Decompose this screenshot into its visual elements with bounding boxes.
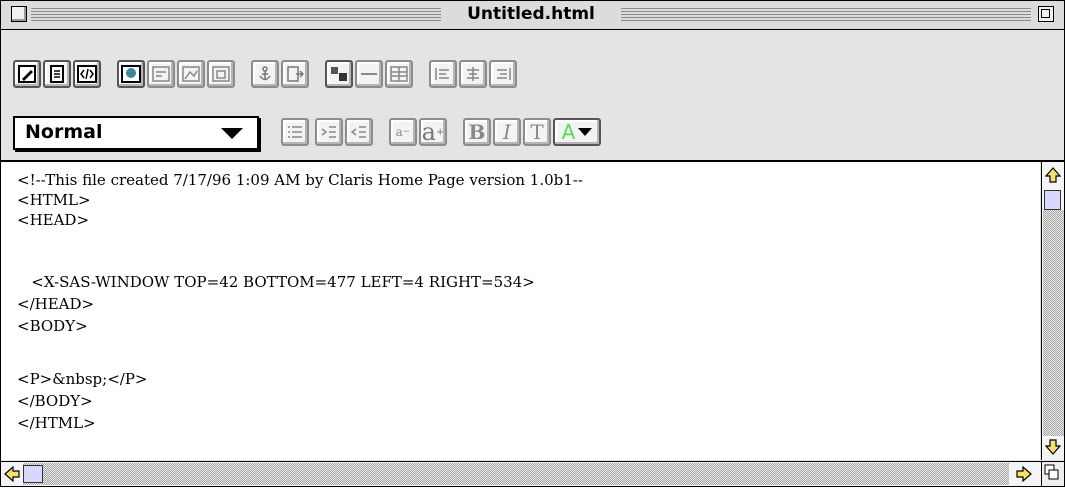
scroll-right-arrow-icon[interactable] [1013,464,1035,484]
toolbar-area: Normal a − a + B I T A [1,30,1064,162]
code-line: <HTML> [17,191,91,209]
scroll-left-arrow-icon[interactable] [3,464,21,484]
document-icon[interactable] [43,60,71,88]
horizontal-scrollbar[interactable] [1,461,1041,486]
code-line: <!--This file created 7/17/96 1:09 AM by… [17,171,583,189]
frame-icon[interactable] [207,60,235,88]
close-box-icon[interactable] [11,6,27,22]
larger-font-button[interactable]: a + [419,118,447,146]
form-field-icon[interactable] [147,60,175,88]
italic-button[interactable]: I [493,118,521,146]
horizontal-scroll-track[interactable] [23,463,1009,485]
title-bar[interactable]: Untitled.html [1,1,1064,30]
align-right-icon[interactable] [489,60,517,88]
html-source-editor[interactable]: <!--This file created 7/17/96 1:09 AM by… [1,162,1040,460]
zoom-box-icon[interactable] [1038,6,1054,22]
larger-font-label: a [421,118,436,146]
bold-button[interactable]: B [463,118,491,146]
code-line: <BODY> [17,317,88,335]
chevron-down-icon [221,128,243,139]
document-link-icon[interactable] [281,60,309,88]
text-color-button[interactable]: A [553,118,601,146]
paragraph-style-value: Normal [25,121,103,143]
align-left-icon[interactable] [429,60,457,88]
code-line: <HEAD> [17,211,90,229]
align-center-icon[interactable] [459,60,487,88]
window-title: Untitled.html [441,3,621,25]
globe-link-icon[interactable] [117,60,145,88]
chevron-down-icon [578,128,593,136]
paragraph-style-select[interactable]: Normal [13,116,259,150]
text-color-label: A [561,120,576,144]
image-icon[interactable] [177,60,205,88]
code-line: </HEAD> [17,295,95,313]
horizontal-scroll-thumb[interactable] [23,465,43,483]
bold-label: B [468,120,486,144]
indent-icon[interactable] [315,118,343,146]
smaller-font-button[interactable]: a − [389,118,417,146]
vertical-scrollbar[interactable] [1041,162,1064,460]
code-line: <P>&nbsp;</P> [17,370,148,388]
code-line: </BODY> [17,392,93,410]
resize-grip-icon[interactable] [1041,461,1064,486]
plus-icon: + [435,126,445,138]
minus-icon: − [402,127,411,137]
editor-window: Untitled.html Normal a − a + B I T A <!-… [0,0,1065,487]
bulleted-list-icon[interactable] [281,118,309,146]
teletype-label: T [530,120,544,144]
vertical-scroll-track[interactable] [1043,210,1064,436]
vertical-scroll-thumb[interactable] [1044,190,1061,210]
code-line: </HTML> [17,414,96,432]
smaller-font-label: a [395,125,403,139]
table-icon[interactable] [385,60,413,88]
html-source-icon[interactable] [73,60,101,88]
horizontal-rule-icon[interactable] [355,60,383,88]
outdent-icon[interactable] [345,118,373,146]
teletype-button[interactable]: T [523,118,551,146]
insert-image-icon[interactable] [325,60,353,88]
scroll-up-arrow-icon[interactable] [1044,164,1062,186]
code-line: <X-SAS-WINDOW TOP=42 BOTTOM=477 LEFT=4 R… [17,273,535,291]
italic-label: I [503,120,511,144]
anchor-icon[interactable] [251,60,279,88]
scroll-down-arrow-icon[interactable] [1044,436,1062,458]
edit-mode-icon[interactable] [13,60,41,88]
